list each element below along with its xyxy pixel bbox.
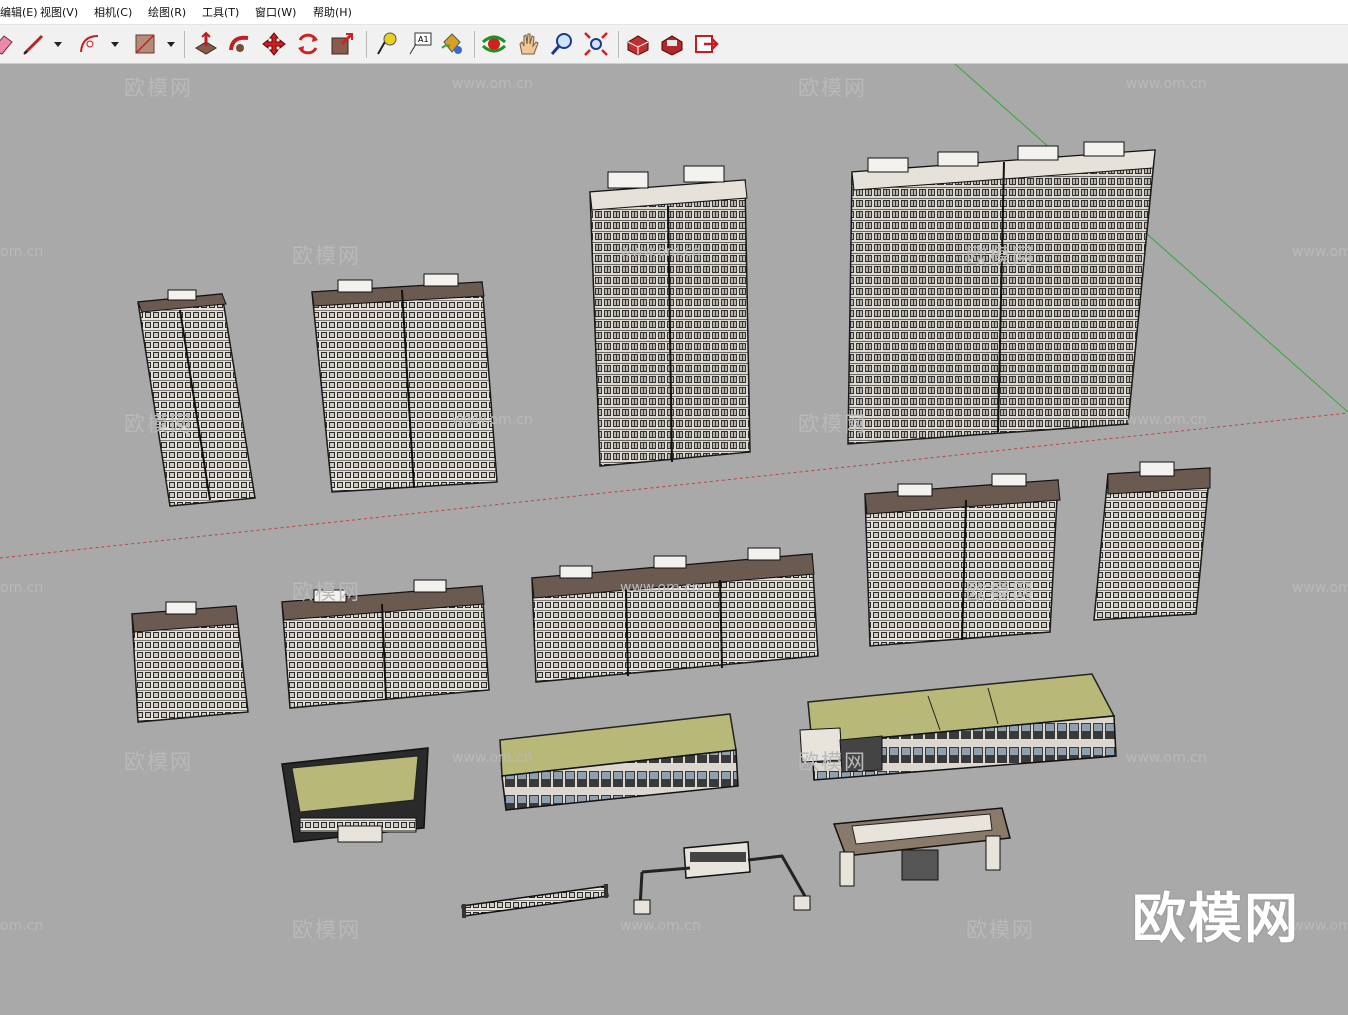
- watermark-url: www.om.cn: [452, 412, 533, 428]
- watermark-url: www.om.cn: [620, 918, 701, 934]
- midrise-f[interactable]: [1093, 461, 1211, 621]
- watermark-text: 欧模网: [966, 918, 1035, 942]
- text-tool-label: A1: [418, 35, 429, 44]
- toolbar: A1: [0, 25, 1348, 64]
- 3d-warehouse-icon[interactable]: [624, 30, 652, 58]
- watermark-text: 欧模网: [966, 580, 1035, 604]
- entrance-gate-b[interactable]: [832, 807, 1011, 887]
- menu-view[interactable]: 视图(V): [40, 4, 78, 20]
- extension-warehouse-icon[interactable]: [658, 30, 686, 58]
- fence-wall[interactable]: [461, 884, 609, 918]
- watermark-text: 欧模网: [798, 750, 867, 774]
- watermark-text: 欧模网: [292, 918, 361, 942]
- midrise-e[interactable]: [864, 473, 1061, 647]
- menu-camera[interactable]: 相机(C): [94, 4, 132, 20]
- tower-d[interactable]: [847, 141, 1156, 445]
- toolbar-separator: [366, 31, 367, 58]
- toolbar-separator: [474, 31, 475, 58]
- watermark-text: 欧模网: [966, 244, 1035, 268]
- zoom-extents-icon[interactable]: [582, 30, 610, 58]
- arc-icon[interactable]: [76, 30, 104, 58]
- midrise-g[interactable]: [131, 601, 249, 723]
- modeling-viewport[interactable]: 欧模网 www.om.cn 欧模网 www.om.cn om.cn 欧模网 ww…: [0, 64, 1348, 1015]
- watermark-url: www.om.cn: [1292, 580, 1348, 596]
- watermark-url: www.om.cn: [1126, 750, 1207, 766]
- watermark-url: www.om.cn: [1126, 76, 1207, 92]
- move-icon[interactable]: [260, 30, 288, 58]
- clubhouse[interactable]: [281, 747, 429, 843]
- watermark-url-edge: om.cn: [0, 580, 44, 596]
- scene-canvas[interactable]: [0, 64, 1348, 1015]
- watermark-url: www.om.cn: [452, 750, 533, 766]
- menu-bar: 编辑(E) 视图(V) 相机(C) 绘图(R) 工具(T) 窗口(W) 帮助(H…: [0, 0, 1348, 25]
- watermark-url: www.om.cn: [1126, 412, 1207, 428]
- menu-tools[interactable]: 工具(T): [202, 4, 239, 20]
- watermark-url: www.om.cn: [620, 580, 701, 596]
- watermark-text: 欧模网: [292, 244, 361, 268]
- scale-icon[interactable]: [328, 30, 356, 58]
- pencil-dropdown-icon[interactable]: [53, 39, 63, 49]
- eraser-icon[interactable]: [0, 30, 16, 58]
- podium-retail-a[interactable]: [499, 713, 739, 811]
- menu-draw[interactable]: 绘图(R): [148, 4, 186, 20]
- push-pull-icon[interactable]: [192, 30, 220, 58]
- pan-icon[interactable]: [514, 30, 542, 58]
- watermark-url: www.om.cn: [1292, 244, 1348, 260]
- tower-a[interactable]: [137, 289, 256, 507]
- pencil-line-icon[interactable]: [20, 30, 48, 58]
- paint-bucket-icon[interactable]: [438, 30, 466, 58]
- watermark-url-edge: om.cn: [0, 244, 44, 260]
- rectangle-icon[interactable]: [132, 30, 160, 58]
- tower-c[interactable]: [589, 165, 751, 467]
- tower-b[interactable]: [311, 273, 498, 493]
- watermark-url-edge: om.cn: [0, 918, 44, 934]
- watermark-text: 欧模网: [124, 76, 193, 100]
- rectangle-dropdown-icon[interactable]: [166, 39, 176, 49]
- menu-window[interactable]: 窗口(W): [255, 4, 296, 20]
- watermark-url: www.om.cn: [452, 76, 533, 92]
- watermark-url: www.om.cn: [1292, 918, 1348, 934]
- rotate-icon[interactable]: [294, 30, 322, 58]
- arc-dropdown-icon[interactable]: [110, 39, 120, 49]
- watermark-text: 欧模网: [292, 580, 361, 604]
- watermark-text: 欧模网: [124, 750, 193, 774]
- zoom-icon[interactable]: [548, 30, 576, 58]
- tape-measure-icon[interactable]: [372, 30, 400, 58]
- send-to-layout-icon[interactable]: [692, 30, 720, 58]
- text-icon[interactable]: A1: [406, 30, 434, 58]
- midrise-i[interactable]: [531, 547, 819, 683]
- watermark-text: 欧模网: [798, 76, 867, 100]
- entrance-gate-a[interactable]: [633, 841, 811, 915]
- watermark-text: 欧模网: [798, 412, 867, 436]
- follow-me-icon[interactable]: [226, 30, 254, 58]
- menu-edit[interactable]: 编辑(E): [0, 4, 38, 20]
- watermark-text: 欧模网: [124, 412, 193, 436]
- menu-help[interactable]: 帮助(H): [313, 4, 352, 20]
- brand-logo-watermark: 欧模网: [1132, 887, 1300, 950]
- toolbar-separator: [184, 31, 185, 58]
- orbit-icon[interactable]: [480, 30, 508, 58]
- toolbar-separator: [618, 31, 619, 58]
- watermark-url: www.om.cn: [620, 244, 701, 260]
